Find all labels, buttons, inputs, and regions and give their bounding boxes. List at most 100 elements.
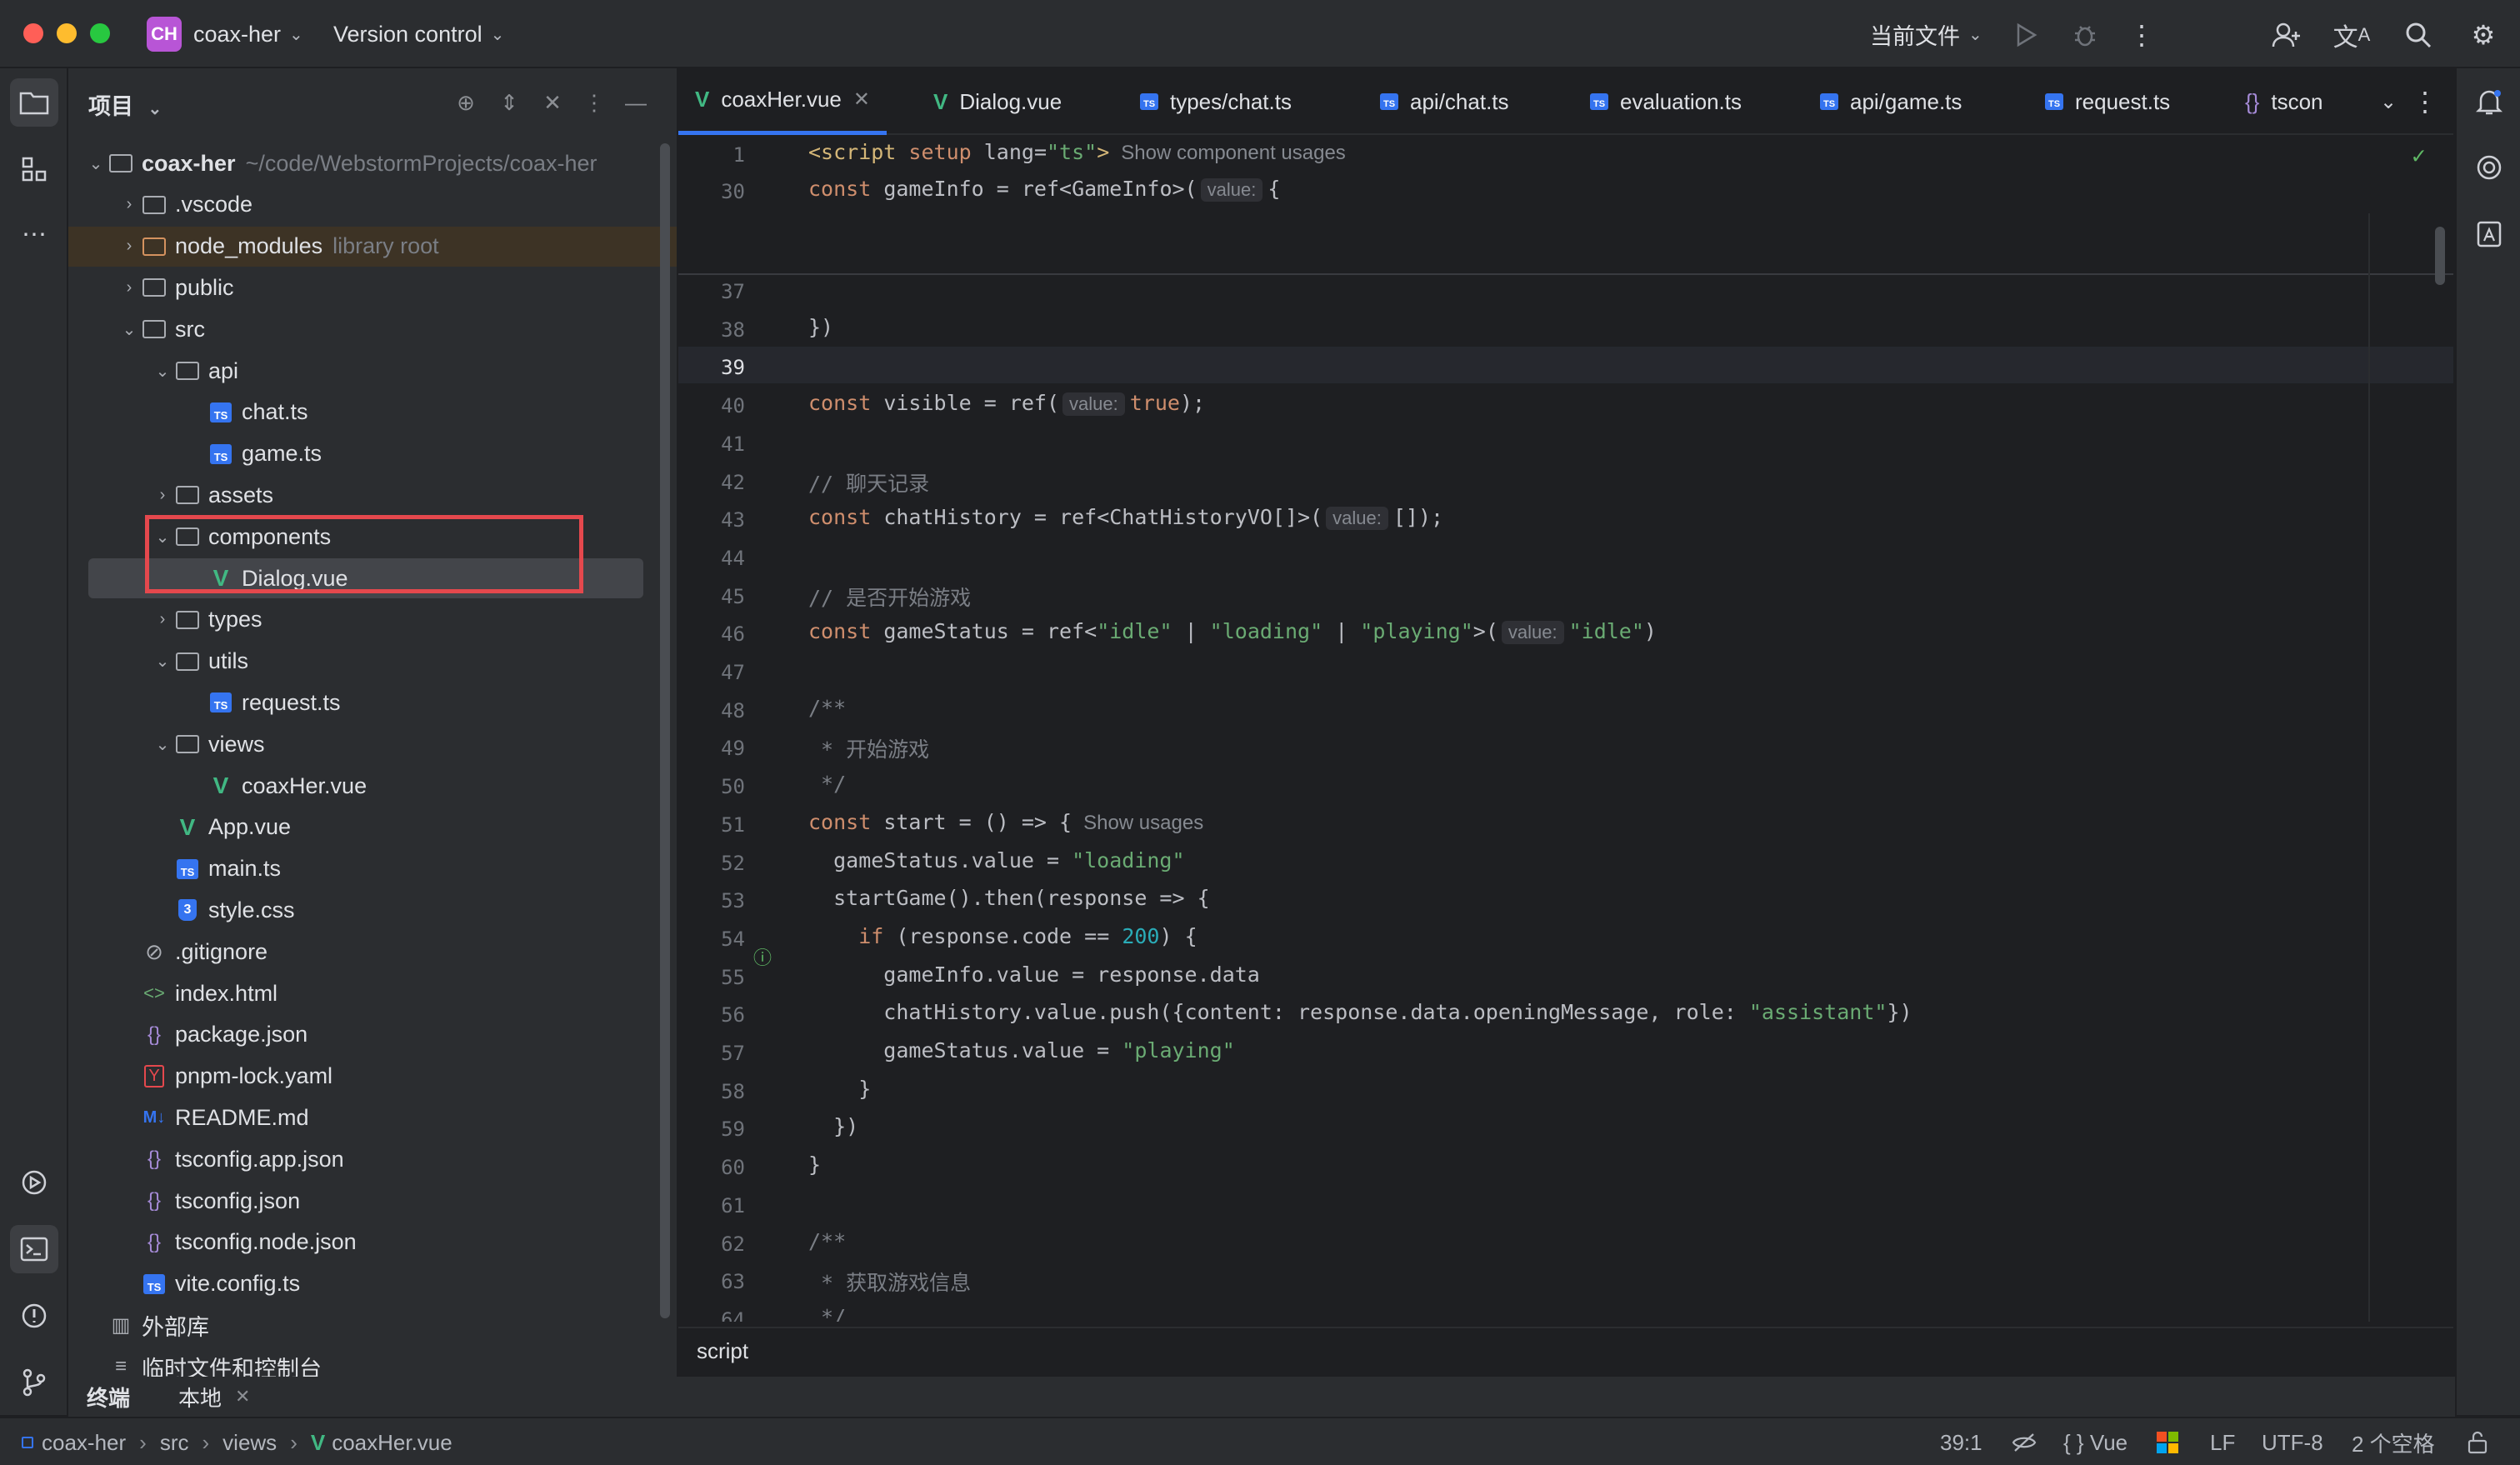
code-line[interactable]: if (response.code == 200) {	[808, 924, 1197, 948]
code-line[interactable]: const chatHistory = ref<ChatHistoryVO[]>…	[808, 505, 1443, 531]
code-line[interactable]: chatHistory.value.push({content: respons…	[808, 1000, 1912, 1024]
code-line[interactable]: /**	[808, 1229, 846, 1253]
tree-item[interactable]: ⌄ coax-her ~/code/WebstormProjects/coax-he…	[68, 143, 677, 183]
code-line[interactable]: })	[808, 1114, 858, 1138]
code-line[interactable]: }	[808, 1077, 871, 1101]
tree-item[interactable]: {} package.json	[68, 1015, 677, 1055]
debug-icon[interactable]	[2067, 17, 2103, 53]
project-view-selector[interactable]: 项目 ⌄	[88, 88, 162, 121]
notifications-bell-icon[interactable]	[2468, 82, 2510, 123]
tree-item[interactable]: {} tsconfig.app.json	[68, 1139, 677, 1179]
panel-options-icon[interactable]: ⋮	[580, 88, 608, 117]
code-line[interactable]: */	[808, 1305, 846, 1322]
code-line[interactable]: // 聊天记录	[808, 468, 929, 498]
editor-tab[interactable]: TS api/chat.ts	[1380, 68, 1509, 135]
tab-terminal[interactable]: 终端	[87, 1382, 130, 1412]
structure-icon[interactable]	[10, 145, 58, 193]
chevron-right-icon[interactable]: ›	[150, 486, 175, 505]
collapse-all-icon[interactable]: ✕	[538, 88, 567, 117]
project-tree-scrollbar[interactable]	[660, 143, 670, 1318]
no-problems-check-icon[interactable]: ✓	[2412, 142, 2426, 169]
chevron-right-icon[interactable]: ›	[150, 610, 175, 629]
vcs-menu[interactable]: Version control ⌄	[333, 0, 504, 68]
translate-icon[interactable]: 文A	[2333, 17, 2371, 53]
services-run-icon[interactable]	[10, 1158, 58, 1207]
language-selector[interactable]: { } Vue	[2063, 1418, 2128, 1465]
breadcrumb-src[interactable]: src	[160, 1430, 189, 1456]
tree-item[interactable]: › node_modules library root	[68, 226, 677, 267]
editor-tab[interactable]: TS evaluation.ts	[1590, 68, 1742, 135]
code-line[interactable]: startGame().then(response => {	[808, 886, 1210, 910]
editor-tab[interactable]: TS request.ts	[2045, 68, 2170, 135]
tree-item[interactable]: › public	[68, 268, 677, 308]
chevron-down-icon[interactable]: ⌄	[150, 651, 175, 672]
tree-item[interactable]: TS main.ts	[68, 849, 677, 889]
chevron-down-icon[interactable]: ⌄	[83, 153, 108, 174]
tree-item[interactable]: V App.vue	[68, 808, 677, 848]
project-folder-icon[interactable]	[10, 78, 58, 127]
chevron-right-icon[interactable]: ›	[117, 278, 142, 298]
hide-panel-icon[interactable]: —	[622, 88, 650, 117]
tree-item[interactable]: 3 style.css	[68, 890, 677, 930]
tree-item[interactable]: M↓ README.md	[68, 1098, 677, 1138]
expand-collapse-icon[interactable]: ⇕	[495, 88, 523, 117]
breadcrumb-views[interactable]: views	[222, 1430, 277, 1456]
close-window-button[interactable]	[23, 23, 43, 43]
code-line[interactable]: })	[808, 315, 833, 339]
tree-item[interactable]: ⌄ views	[68, 724, 677, 764]
code-line[interactable]: <script setup lang="ts"> Show component u…	[808, 140, 1346, 165]
code-line[interactable]: }	[808, 1152, 821, 1177]
tree-item[interactable]: VcoaxHer.vue	[68, 766, 677, 806]
line-ending-selector[interactable]: LF	[2210, 1418, 2235, 1465]
ai-assistant-icon[interactable]	[2468, 147, 2510, 188]
inspection-eye-icon[interactable]	[2012, 1418, 2037, 1465]
breadcrumb-project[interactable]: coax-her	[42, 1430, 126, 1456]
add-user-icon[interactable]	[2268, 17, 2305, 53]
unlock-icon[interactable]	[2467, 1418, 2488, 1465]
tree-item[interactable]: ▥ 外部库	[68, 1305, 677, 1345]
run-icon[interactable]	[2008, 17, 2045, 53]
chevron-down-icon[interactable]: ⌄	[117, 319, 142, 340]
code-line[interactable]: * 开始游戏	[808, 733, 929, 763]
code-view[interactable]: 1 <script setup lang="ts"> Show component …	[678, 138, 2453, 1322]
more-options-icon[interactable]: ⋮	[2123, 17, 2160, 53]
breadcrumb-file[interactable]: coaxHer.vue	[332, 1430, 452, 1456]
code-breadcrumb[interactable]: script	[678, 1327, 2453, 1373]
tab-terminal-local[interactable]: 本地	[178, 1382, 222, 1412]
editor-tab[interactable]: {} tscon	[2245, 68, 2323, 135]
tree-item[interactable]: ⌄ src	[68, 309, 677, 349]
minimize-window-button[interactable]	[57, 23, 77, 43]
code-line[interactable]: // 是否开始游戏	[808, 582, 971, 612]
editor-scrollbar[interactable]	[2435, 227, 2445, 285]
tab-list-chevron-icon[interactable]: ⌄	[2370, 83, 2407, 120]
tab-options-icon[interactable]: ⋮	[2407, 83, 2443, 120]
tree-item[interactable]: Ypnpm-lock.yaml	[68, 1057, 677, 1097]
code-line[interactable]: */	[808, 772, 846, 796]
code-line[interactable]: gameStatus.value = "loading"	[808, 848, 1184, 872]
tree-item[interactable]: ⌄ utils	[68, 642, 677, 682]
tree-item[interactable]: TS vite.config.ts	[68, 1264, 677, 1304]
tree-item[interactable]: › types	[68, 600, 677, 640]
code-line[interactable]: gameInfo.value = response.data	[808, 962, 1260, 987]
code-line[interactable]: * 获取游戏信息	[808, 1267, 971, 1297]
windows-color-icon[interactable]	[2157, 1418, 2178, 1465]
code-line[interactable]: const visible = ref(value: true);	[808, 391, 1205, 417]
code-line[interactable]: /**	[808, 696, 846, 720]
run-config-selector[interactable]: 当前文件 ⌄	[1870, 0, 1982, 68]
close-icon[interactable]: ✕	[235, 1386, 250, 1408]
tree-item[interactable]: {} tsconfig.json	[68, 1181, 677, 1221]
tree-item[interactable]: {} tsconfig.node.json	[68, 1222, 677, 1262]
tree-item[interactable]: › assets	[68, 475, 677, 515]
tree-item[interactable]: TS chat.ts	[68, 392, 677, 432]
tree-item[interactable]: ⌄ api	[68, 351, 677, 391]
indent-selector[interactable]: 2 个空格	[2352, 1418, 2435, 1465]
search-icon[interactable]	[2400, 17, 2437, 53]
more-tools-icon[interactable]: ⋯	[10, 210, 58, 258]
settings-gear-icon[interactable]: ⚙	[2465, 17, 2502, 53]
editor-tab[interactable]: TS api/game.ts	[1820, 68, 1962, 135]
code-line[interactable]: gameStatus.value = "playing"	[808, 1038, 1234, 1062]
tree-item[interactable]: › .vscode	[68, 185, 677, 225]
tree-item[interactable]: TS request.ts	[68, 682, 677, 722]
problems-icon[interactable]	[10, 1292, 58, 1340]
tree-item[interactable]: ⊘ .gitignore	[68, 932, 677, 972]
